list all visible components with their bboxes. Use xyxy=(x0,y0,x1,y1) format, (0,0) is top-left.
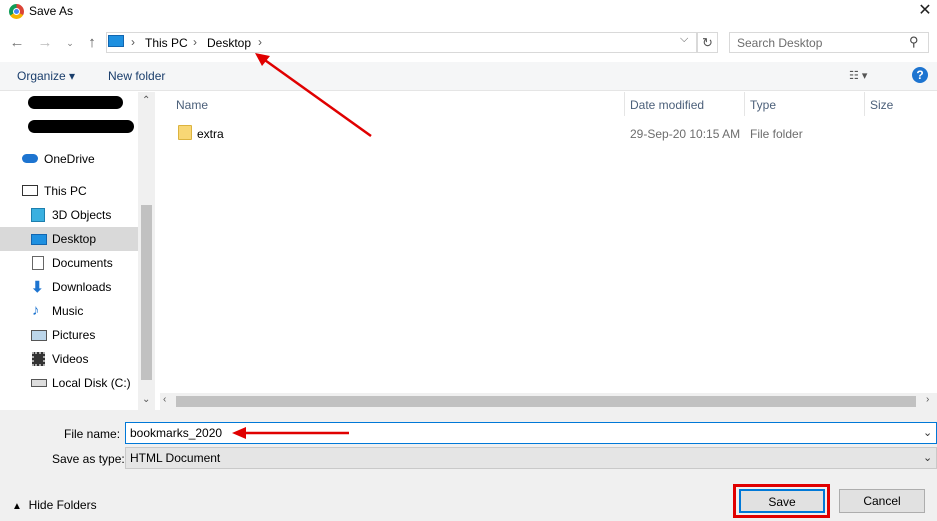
annotation-arrows xyxy=(232,53,372,439)
annotation-arrow-filename xyxy=(232,427,349,439)
annotation-arrow-address xyxy=(255,53,372,138)
